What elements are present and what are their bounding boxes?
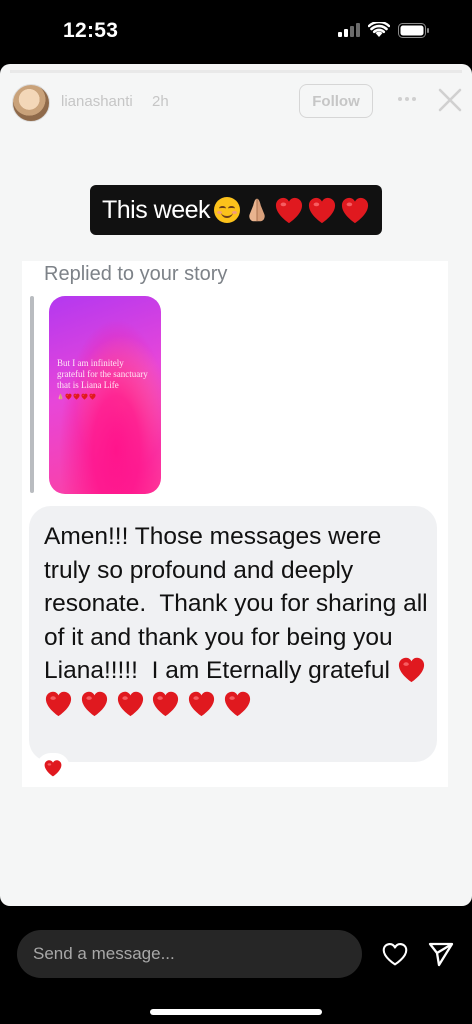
post-time: 2h bbox=[152, 93, 169, 110]
story-thumbnail[interactable]: But I am infinitely grateful for the san… bbox=[49, 296, 161, 494]
text-sticker: This week bbox=[90, 185, 382, 235]
red-heart-icon bbox=[397, 656, 426, 683]
smiling-face-icon bbox=[214, 197, 241, 223]
sticker-emojis bbox=[214, 196, 370, 224]
story-header: lianashanti 2h Follow bbox=[0, 84, 472, 124]
cellular-signal-icon bbox=[338, 23, 360, 37]
status-icons bbox=[338, 22, 430, 38]
thumbnail-emojis bbox=[57, 393, 96, 400]
close-icon[interactable] bbox=[436, 86, 464, 114]
message-text: Amen!!! Those messages were truly so pro… bbox=[44, 520, 434, 721]
red-heart-icon bbox=[187, 690, 216, 717]
red-heart-icon bbox=[80, 690, 109, 717]
red-heart-icon bbox=[340, 196, 370, 224]
status-time: 12:53 bbox=[63, 19, 119, 42]
story-viewer[interactable]: lianashanti 2h Follow This week Replied … bbox=[0, 64, 472, 906]
story-progress-bar bbox=[10, 70, 462, 73]
follow-button[interactable]: Follow bbox=[299, 84, 373, 118]
folded-hands-icon bbox=[243, 196, 271, 224]
heart-outline-icon[interactable] bbox=[381, 941, 409, 967]
reply-quote-bar bbox=[30, 296, 34, 493]
sticker-text: This week bbox=[102, 195, 211, 224]
replied-label: Replied to your story bbox=[44, 263, 228, 285]
bottom-bar bbox=[0, 906, 472, 1024]
battery-icon bbox=[398, 22, 429, 38]
message-input[interactable] bbox=[17, 930, 362, 978]
red-heart-icon bbox=[274, 196, 304, 224]
home-indicator bbox=[150, 1009, 322, 1015]
more-options-icon[interactable] bbox=[396, 88, 418, 110]
red-heart-icon bbox=[116, 690, 145, 717]
username[interactable]: lianashanti bbox=[61, 93, 133, 110]
send-icon[interactable] bbox=[427, 940, 455, 968]
red-heart-icon bbox=[44, 690, 73, 717]
red-heart-icon bbox=[307, 196, 337, 224]
red-heart-icon bbox=[223, 690, 252, 717]
wifi-icon bbox=[368, 22, 390, 37]
message-bubble[interactable]: Amen!!! Those messages were truly so pro… bbox=[29, 506, 437, 762]
reply-card: Replied to your story But I am infinitel… bbox=[22, 261, 448, 787]
status-bar: 12:53 bbox=[0, 0, 472, 64]
red-heart-icon bbox=[151, 690, 180, 717]
avatar[interactable] bbox=[12, 84, 50, 122]
message-reaction[interactable] bbox=[36, 753, 70, 783]
thumbnail-text: But I am infinitely grateful for the san… bbox=[57, 358, 153, 402]
story-progress-fill bbox=[10, 70, 462, 73]
red-heart-icon bbox=[43, 759, 63, 777]
